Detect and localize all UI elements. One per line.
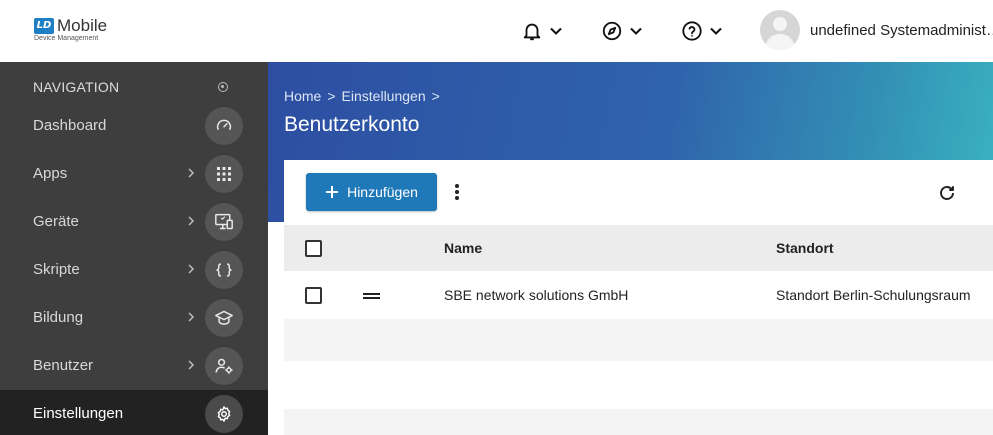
- chevron-down-icon: [630, 27, 642, 35]
- sidebar-item-einstellungen[interactable]: Einstellungen: [0, 390, 268, 435]
- more-options-icon[interactable]: [450, 180, 464, 204]
- user-name: undefined Systemadministrator: [810, 21, 993, 39]
- nav-header: NAVIGATION: [33, 79, 120, 95]
- sidebar-item-benutzer[interactable]: Benutzer: [0, 342, 268, 390]
- add-button[interactable]: Hinzufügen: [306, 173, 437, 211]
- help-menu[interactable]: [681, 17, 723, 45]
- table-row[interactable]: SBE network solutions GmbH Standort Berl…: [284, 271, 993, 319]
- gear-icon: [205, 395, 243, 433]
- device-icon: [205, 203, 243, 241]
- grid-icon: [205, 155, 243, 193]
- speedometer-icon: [205, 107, 243, 145]
- chevron-right-icon: [188, 168, 195, 178]
- cell-standort: Standort Berlin-Schulungsraum: [776, 287, 971, 303]
- cell-name: SBE network solutions GmbH: [444, 287, 629, 303]
- chevron-right-icon: [188, 216, 195, 226]
- sidebar-item-label: Benutzer: [33, 357, 94, 374]
- sidebar-item-apps[interactable]: Apps: [0, 150, 268, 198]
- row-checkbox[interactable]: [305, 287, 322, 304]
- sidebar-item-label: Einstellungen: [33, 405, 124, 422]
- top-bar: LD Mobile Device Management undefined Sy…: [0, 0, 993, 62]
- notifications-menu[interactable]: [521, 17, 563, 45]
- logo-subtitle: Device Management: [34, 35, 99, 42]
- drag-handle-icon[interactable]: [363, 293, 380, 299]
- breadcrumb-einstellungen[interactable]: Einstellungen: [342, 88, 426, 104]
- breadcrumb-home[interactable]: Home: [284, 88, 321, 104]
- avatar: [760, 10, 800, 50]
- breadcrumb-separator: >: [327, 88, 336, 104]
- breadcrumb-separator: >: [431, 88, 440, 104]
- column-header-name[interactable]: Name: [444, 240, 482, 256]
- table-row-empty: [284, 319, 993, 361]
- sidebar-item-bildung[interactable]: Bildung: [0, 294, 268, 342]
- sidebar-item-label: Dashboard: [33, 117, 107, 134]
- logo-badge: LD: [34, 18, 54, 34]
- sidebar-item-label: Skripte: [33, 261, 80, 278]
- content-card: Hinzufügen Name Standort SBE network sol…: [284, 160, 993, 435]
- plus-icon: [326, 186, 339, 198]
- compass-icon: [602, 21, 622, 41]
- pin-icon[interactable]: [218, 82, 228, 92]
- bell-icon: [523, 23, 541, 41]
- sidebar: NAVIGATION Dashboard Apps Geräte Skripte…: [0, 62, 268, 435]
- sidebar-item-label: Bildung: [33, 309, 84, 326]
- refresh-icon[interactable]: [938, 184, 956, 202]
- sidebar-item-skripte[interactable]: Skripte: [0, 246, 268, 294]
- column-header-standort[interactable]: Standort: [776, 240, 834, 256]
- user-settings-icon: [205, 347, 243, 385]
- table-header: Name Standort: [284, 225, 993, 271]
- select-all-checkbox[interactable]: [305, 240, 322, 257]
- sidebar-item-label: Geräte: [33, 213, 79, 230]
- page-title: Benutzerkonto: [284, 113, 420, 136]
- sidebar-item-label: Apps: [33, 165, 68, 182]
- chevron-right-icon: [188, 360, 195, 370]
- help-icon: [682, 21, 702, 41]
- chevron-down-icon: [710, 27, 722, 35]
- sidebar-item-dashboard[interactable]: Dashboard: [0, 102, 268, 150]
- chevron-down-icon: [550, 27, 562, 35]
- add-button-label: Hinzufügen: [347, 184, 418, 200]
- user-menu[interactable]: undefined Systemadministrator: [760, 10, 993, 50]
- chevron-right-icon: [188, 312, 195, 322]
- table-row-empty: [284, 409, 993, 435]
- compass-menu[interactable]: [601, 17, 643, 45]
- table-row-empty: [284, 361, 993, 409]
- app-logo[interactable]: LD Mobile Device Management: [34, 16, 154, 46]
- graduation-cap-icon: [205, 299, 243, 337]
- logo-title: Mobile: [57, 16, 108, 35]
- sidebar-item-geraete[interactable]: Geräte: [0, 198, 268, 246]
- chevron-right-icon: [188, 264, 195, 274]
- breadcrumb: Home > Einstellungen >: [284, 88, 440, 104]
- braces-icon: [205, 251, 243, 289]
